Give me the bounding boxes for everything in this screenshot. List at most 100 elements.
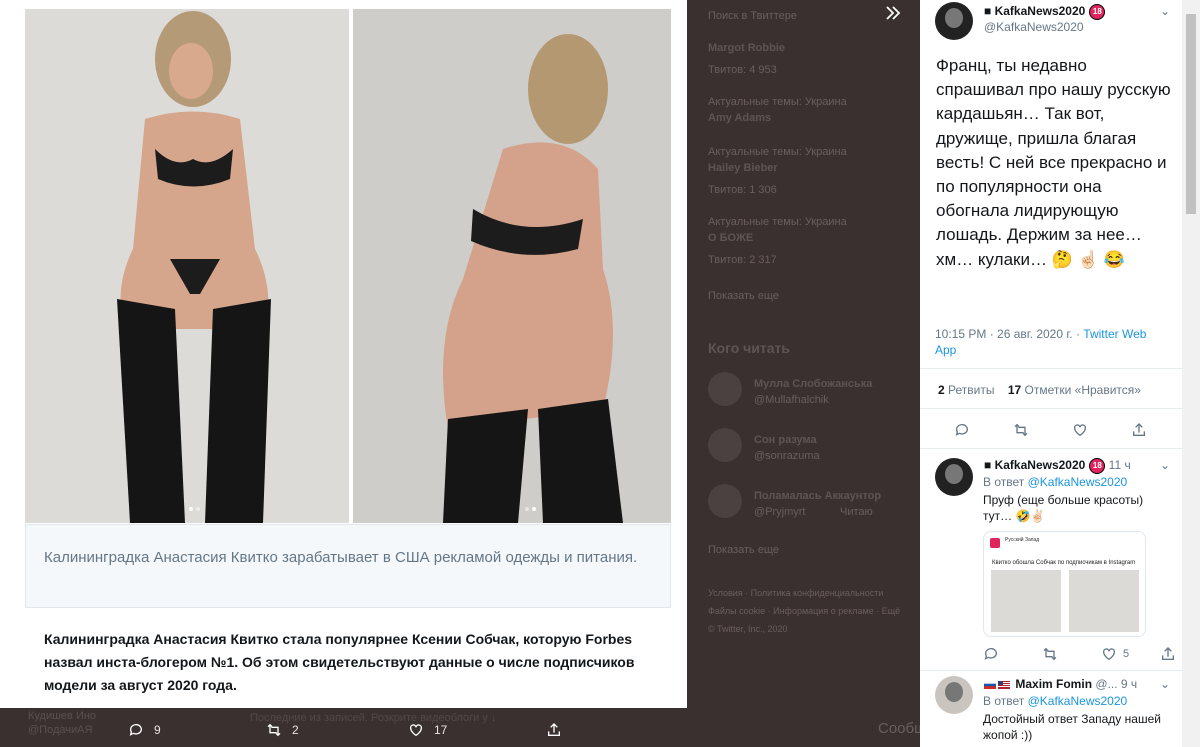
link-card-caption[interactable]: Калининградка Анастасия Квитко зарабатыв… (25, 524, 671, 608)
expand-button[interactable] (884, 4, 912, 30)
chevron-down-icon[interactable]: ⌄ (1160, 458, 1170, 472)
reply-text: Достойный ответ Западу нашей жопой :)) (983, 712, 1161, 742)
media-viewer: Калининградка Анастасия Квитко зарабатыв… (0, 0, 687, 708)
embed-image (1069, 570, 1139, 632)
retweet-button[interactable] (1042, 644, 1101, 664)
chevron-down-icon[interactable]: ⌄ (1160, 677, 1170, 691)
suggestion-handle: @sonrazuma (754, 450, 820, 462)
share-icon (1133, 423, 1145, 436)
reply-to-label: В ответ (983, 694, 1025, 708)
tweet-actions (954, 420, 1182, 440)
background-sidebar: Поиск в Твиттере Margot Robbie Твитов: 4… (690, 0, 920, 747)
follow-button-bg: Читаю (840, 506, 873, 518)
trend-count: Твитов: 2 317 (708, 254, 777, 266)
caption-text: Калининградка Анастасия Квитко зарабатыв… (44, 549, 638, 566)
reply-author-name[interactable]: Maxim Fomin @... 9 ч (984, 677, 1137, 691)
reply-to: В ответ @KafkaNews2020 (983, 694, 1127, 708)
reply-text: Пруф (еще больше красоты) тут… 🤣✌🏻 (983, 493, 1144, 523)
divider (920, 670, 1182, 671)
heart-icon (410, 724, 422, 737)
likes-stat[interactable]: 17 Отметки «Нравится» (1008, 383, 1141, 397)
scrollbar-thumb[interactable] (1186, 14, 1196, 214)
retweet-icon (267, 723, 281, 737)
trend-context: Актуальные темы: Украина (708, 96, 847, 108)
share-icon (1162, 647, 1174, 660)
photo-right-figure (353, 9, 671, 523)
avatar[interactable] (935, 676, 973, 714)
reply-author-name-text: Maxim Fomin (1015, 677, 1093, 691)
trend-title: Amy Adams (708, 112, 772, 124)
retweet-button[interactable] (1013, 420, 1072, 440)
reply-button[interactable] (954, 420, 1013, 440)
avatar (708, 372, 742, 406)
trend-title: О БОЖЕ (708, 232, 754, 244)
footer-line: © Twitter, Inc., 2020 (708, 624, 788, 634)
divider (920, 368, 1182, 369)
reply-to-handle[interactable]: @KafkaNews2020 (1028, 694, 1128, 708)
author-name-text: KafkaNews2020 (994, 4, 1086, 19)
article-text: Калининградка Анастасия Квитко стала поп… (44, 631, 635, 693)
suggestion-handle: @Pryjmyrt (754, 506, 806, 518)
author-name[interactable]: ■ KafkaNews2020 18 (984, 4, 1106, 20)
tweet-time[interactable]: 10:15 PM · 26 авг. 2020 г. (935, 327, 1073, 341)
reply-button[interactable] (983, 644, 1042, 664)
share-button[interactable] (546, 722, 562, 738)
reply-time[interactable]: 11 ч (1109, 458, 1131, 472)
reply-handle[interactable]: @... (1095, 677, 1117, 691)
share-icon (548, 723, 560, 736)
reply-like-count: 5 (1123, 648, 1130, 660)
likes-label: Отметки «Нравится» (1024, 383, 1141, 397)
embed-image (991, 570, 1061, 632)
share-button[interactable] (1160, 644, 1182, 664)
trend-title: Margot Robbie (708, 42, 785, 54)
show-more-link: Показать еще (708, 544, 779, 556)
source-logo (990, 538, 1000, 548)
reply-author-name[interactable]: ■ KafkaNews2020 18 11 ч (984, 458, 1131, 474)
who-to-follow-heading: Кого читать (708, 340, 791, 356)
suggestion-handle: @Mullafhalchik (754, 394, 829, 406)
reply-button[interactable]: 9 (128, 722, 161, 738)
like-button[interactable] (1072, 420, 1131, 440)
footer-line: Файлы cookie · Информация о рекламе · Ещ… (708, 606, 901, 616)
retweets-stat[interactable]: 2 Ретвиты (938, 383, 994, 397)
suggestion-name: Сон разума (754, 434, 817, 446)
avatar[interactable] (935, 2, 973, 40)
reply-time[interactable]: 9 ч (1121, 677, 1137, 691)
chevron-down-icon[interactable]: ⌄ (1160, 4, 1170, 18)
embed-source: Русский Запад (1005, 537, 1040, 543)
bg-name: Кудишев Ино (28, 710, 97, 722)
age-badge: 18 (1089, 4, 1106, 20)
avatar[interactable] (935, 458, 973, 496)
author-handle[interactable]: @KafkaNews2020 (984, 20, 1084, 34)
chevron-double-right-icon (886, 6, 901, 20)
suggestion-name: Мулла Слобожанська (754, 378, 873, 390)
photo-grid[interactable] (25, 9, 671, 523)
avatar (708, 428, 742, 462)
retweet-icon (1043, 647, 1057, 661)
reply-count: 9 (154, 723, 161, 737)
share-button[interactable] (1131, 420, 1182, 440)
scrollbar[interactable] (1182, 0, 1200, 747)
embedded-card[interactable]: Русский Запад Квитко обошла Собчак по по… (983, 531, 1146, 637)
reply-to-handle[interactable]: @KafkaNews2020 (1028, 475, 1128, 489)
embed-title: Квитко обошла Собчак по подписчикам в In… (992, 560, 1136, 566)
photo-left[interactable] (25, 9, 349, 523)
show-more-link: Показать еще (708, 290, 779, 302)
retweets-count: 2 (938, 383, 945, 397)
age-badge: 18 (1089, 458, 1106, 474)
photo-right[interactable] (353, 9, 671, 523)
trend-count: Твитов: 4 953 (708, 64, 777, 76)
trend-context: Актуальные темы: Украина (708, 216, 847, 228)
carousel-dots (189, 507, 200, 511)
avatar (708, 484, 742, 518)
tweet-panel: ■ KafkaNews2020 18 @KafkaNews2020 ⌄ Франц… (920, 0, 1182, 747)
retweet-button[interactable]: 2 (266, 722, 299, 738)
tweet-text: Франц, ты недавно спрашивал про нашу рус… (936, 56, 1171, 269)
trend-context: Актуальные темы: Украина (708, 146, 847, 158)
retweets-label: Ретвиты (948, 383, 995, 397)
trend-title: Hailey Bieber (708, 162, 778, 174)
like-button[interactable]: 17 (408, 722, 447, 738)
trend-count: Твитов: 1 306 (708, 184, 777, 196)
search-input-bg: Поиск в Твиттере (708, 10, 797, 22)
like-button[interactable]: 5 (1101, 644, 1160, 664)
